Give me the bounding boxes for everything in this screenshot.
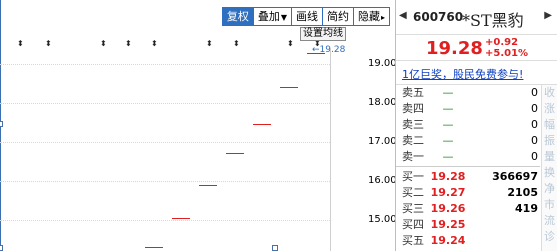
chart-toolbar: 复权 叠加▼ 画线 简约 隐藏▸ (221, 7, 390, 26)
event-marker-icon[interactable]: ⬍ (100, 40, 107, 48)
change-percent: +5.01% (485, 48, 529, 59)
price-segment (145, 247, 163, 249)
buy-row[interactable]: 买四 19.25 (396, 217, 540, 233)
y-tick-label: 19.00 (368, 57, 397, 69)
gridline (0, 141, 330, 143)
buy-row[interactable]: 买一 19.28 366697 (396, 169, 540, 185)
kline-chart-panel[interactable]: 复权 叠加▼ 画线 简约 隐藏▸ ⬍ ⬍ ⬍ ⬍ ⬍ ⬍ ⬍ ⬍ ⬍ 设置均线 … (0, 0, 397, 251)
gridline (0, 63, 330, 65)
change-amount: +0.92 (485, 37, 519, 48)
sell-row[interactable]: 卖五 —0 (396, 85, 540, 101)
set-ma-button[interactable]: 设置均线 (300, 27, 346, 41)
caret-right-icon: ▸ (380, 13, 385, 22)
price-axis-line (330, 48, 331, 251)
event-marker-icon[interactable]: ⬍ (45, 40, 52, 48)
resize-handle[interactable] (0, 121, 3, 127)
toolbar-fuquan-button[interactable]: 复权 (222, 8, 254, 25)
buy-row[interactable]: 买三 19.26 419 (396, 201, 540, 217)
sell-row[interactable]: 卖一 —0 (396, 149, 540, 165)
y-tick-label: 16.00 (368, 174, 397, 186)
gridline (0, 102, 330, 104)
gridline (0, 219, 330, 221)
toolbar-simple-button[interactable]: 简约 (323, 8, 354, 25)
sell-row[interactable]: 卖四 —0 (396, 101, 540, 117)
toolbar-hide-button[interactable]: 隐藏▸ (354, 8, 389, 25)
order-book: 卖五 —0 卖四 —0 卖三 —0 卖二 —0 卖一 —0 买一 19.28 366697 买… (396, 85, 540, 249)
stock-name: *ST黑豹 (462, 11, 524, 30)
price-segment (280, 87, 298, 89)
caret-down-icon: ▼ (280, 13, 287, 22)
event-marker-icon[interactable]: ⬍ (233, 40, 240, 48)
price-segment (199, 184, 217, 186)
sell-row[interactable]: 卖二 —0 (396, 133, 540, 149)
event-marker-icon[interactable]: ⬍ (206, 40, 213, 48)
last-price: 19.28 (426, 38, 483, 59)
y-tick-label: 18.00 (368, 96, 397, 108)
event-marker-icon[interactable]: ⬍ (287, 40, 294, 48)
next-stock-icon[interactable]: ▶ (544, 10, 552, 21)
side-tab-strip[interactable]: 收 涨 幅 振 量 换 净 市 流 诊 (541, 85, 557, 251)
event-marker-icon[interactable]: ⬍ (151, 40, 158, 48)
prev-stock-icon[interactable]: ◀ (399, 10, 407, 21)
price-segment (307, 52, 325, 54)
buy-row[interactable]: 买二 19.27 2105 (396, 185, 540, 201)
quote-panel: ◀ 600760 *ST黑豹 ▶ 19.28 +0.92 +5.01% 1亿巨奖… (395, 0, 557, 251)
toolbar-draw-line-button[interactable]: 画线 (292, 8, 323, 25)
event-marker-icon[interactable]: ⬍ (17, 40, 24, 48)
order-book-divider (396, 166, 540, 168)
ad-link[interactable]: 1亿巨奖，股民免费参与! (402, 66, 523, 82)
gridline (0, 180, 330, 182)
event-marker-icon[interactable]: ⬍ (125, 40, 132, 48)
price-segment (226, 153, 244, 155)
price-change: +0.92 +5.01% (485, 37, 528, 59)
price-segment (172, 217, 190, 219)
resize-handle[interactable] (272, 245, 278, 251)
buy-row[interactable]: 买五 19.24 (396, 233, 540, 249)
y-tick-label: 17.00 (368, 135, 397, 147)
ad-banner: 1亿巨奖，股民免费参与! (396, 61, 557, 85)
stock-code: 600760 (413, 10, 464, 24)
toolbar-overlay-button[interactable]: 叠加▼ (254, 8, 292, 25)
y-tick-label: 15.00 (368, 213, 397, 225)
quote-header: ◀ 600760 *ST黑豹 ▶ (396, 0, 557, 35)
price-row: 19.28 +0.92 +5.01% (396, 35, 557, 61)
price-segment (253, 124, 271, 126)
sell-row[interactable]: 卖三 —0 (396, 117, 540, 133)
resize-handle[interactable] (0, 245, 3, 251)
